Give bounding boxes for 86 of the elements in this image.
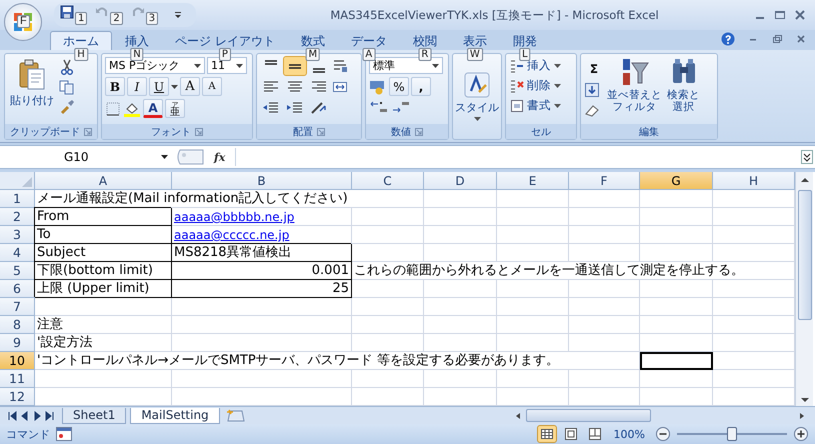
table-cell: To [35, 226, 172, 244]
underline-button[interactable]: U [149, 77, 169, 96]
column-header[interactable]: E [497, 172, 569, 190]
sort-filter-button[interactable]: 並べ替えと フィルタ [605, 57, 664, 121]
table-cell: 注意 [35, 316, 172, 334]
table-cell: From [35, 208, 172, 226]
ribbon-tab[interactable]: 挿入 [112, 31, 162, 50]
group-label: クリップボード [10, 126, 80, 138]
zoom-level[interactable]: 100% [614, 428, 645, 440]
group-label: 配置 [293, 126, 313, 138]
row-header[interactable]: 12 [0, 388, 35, 406]
table-cell: 'コントロールパネル→メールでSMTPサーバ、パスワード 等を設定する必要があります。 [35, 352, 640, 370]
column-header[interactable]: D [424, 172, 497, 190]
column-header[interactable]: G [640, 172, 713, 190]
row-header[interactable]: 1 [0, 190, 35, 208]
ribbon-tab[interactable]: データ [338, 31, 400, 50]
row-header[interactable]: 4 [0, 244, 35, 262]
table-cell: 下限(bottom limit) [35, 262, 172, 280]
column-header[interactable]: B [172, 172, 352, 190]
keytip: A [362, 48, 376, 61]
autosum-button[interactable]: Σ [584, 59, 604, 78]
ribbon-tab[interactable]: ホーム [50, 31, 112, 50]
keytip: H [74, 48, 88, 61]
group-label: セル [531, 126, 551, 138]
table-cell: これらの範囲から外れるとメールを一通送信して測定を停止する。 [352, 262, 795, 280]
table-cell: 上限 (Upper limit) [35, 280, 172, 298]
table-cell: MS8218異常値検出 [172, 244, 352, 262]
group-label: 数値 [391, 126, 411, 138]
column-header[interactable]: H [713, 172, 795, 190]
ribbon-tab[interactable]: 開発 [500, 31, 550, 50]
group-label: 編集 [639, 126, 659, 138]
keytip: W [466, 48, 483, 61]
row-header[interactable]: 10 [0, 352, 35, 370]
link-cell[interactable]: aaaaa@ccccc.ne.jp [172, 226, 352, 244]
row-header[interactable]: 3 [0, 226, 35, 244]
font-color-button[interactable]: A [143, 99, 163, 118]
ribbon-tab[interactable]: 数式 [288, 31, 338, 50]
row-header[interactable]: 11 [0, 370, 35, 388]
styles-button[interactable]: スタイル [453, 70, 501, 123]
table-cell: 0.001 [172, 262, 352, 280]
cells-button[interactable]: 削除 [508, 76, 574, 95]
keytip: 1 [75, 12, 88, 25]
row-header[interactable]: 5 [0, 262, 35, 280]
grow-font-button[interactable]: A [180, 77, 200, 96]
insert-function-button[interactable]: fx [208, 150, 232, 164]
find-select-button[interactable]: 検索と 選択 [665, 57, 702, 121]
ribbon-tab[interactable]: 表示 [450, 31, 500, 50]
column-header[interactable]: A [35, 172, 172, 190]
number-format-dropdown[interactable]: 標準 [369, 57, 443, 74]
comma-button[interactable]: , [411, 77, 431, 96]
row-header[interactable]: 2 [0, 208, 35, 226]
ribbon-tab[interactable]: ページ レイアウト [162, 31, 288, 50]
shrink-font-button[interactable]: A [202, 77, 222, 96]
column-header[interactable]: F [569, 172, 640, 190]
cells-button[interactable]: 書式 [508, 96, 574, 115]
sheet-tab[interactable]: MailSetting [130, 408, 220, 424]
font-size-dropdown[interactable]: 11 [207, 57, 247, 74]
link-cell[interactable]: aaaaa@bbbbb.ne.jp [172, 208, 352, 226]
font-name-dropdown[interactable]: MS Pゴシック [105, 57, 205, 74]
keytip: R [418, 48, 432, 61]
keytip: L [519, 48, 531, 61]
table-cell: 25 [172, 280, 352, 298]
name-box[interactable]: G10 [4, 150, 172, 164]
row-header[interactable]: 8 [0, 316, 35, 334]
bold-button[interactable]: B [105, 77, 125, 96]
keytip: 3 [146, 12, 158, 25]
italic-button[interactable]: I [127, 77, 147, 96]
keytip: 2 [110, 12, 123, 25]
keytip: M [306, 48, 320, 61]
window-title: MAS345ExcelViewerTYK.xls [互換モード] - Microsoft Excel [329, 8, 660, 22]
ribbon-tab[interactable]: 校閲 [400, 31, 450, 50]
keytip: P [218, 48, 231, 61]
row-header[interactable]: 7 [0, 298, 35, 316]
row-header[interactable]: 9 [0, 334, 35, 352]
keytip: F [17, 15, 30, 28]
paste-button[interactable]: 貼り付け [8, 57, 56, 121]
row-header[interactable]: 6 [0, 280, 35, 298]
sheet-tab[interactable]: Sheet1 [62, 408, 126, 424]
status-text: コマンド [6, 426, 50, 442]
percent-button[interactable]: % [389, 77, 409, 96]
table-cell: Subject [35, 244, 172, 262]
group-label: フォント [151, 126, 191, 138]
column-header[interactable]: C [352, 172, 424, 190]
keytip: N [130, 48, 144, 61]
table-cell: '設定方法 [35, 334, 172, 352]
table-cell: メール通報設定(Mail information記入してください) [35, 190, 424, 208]
